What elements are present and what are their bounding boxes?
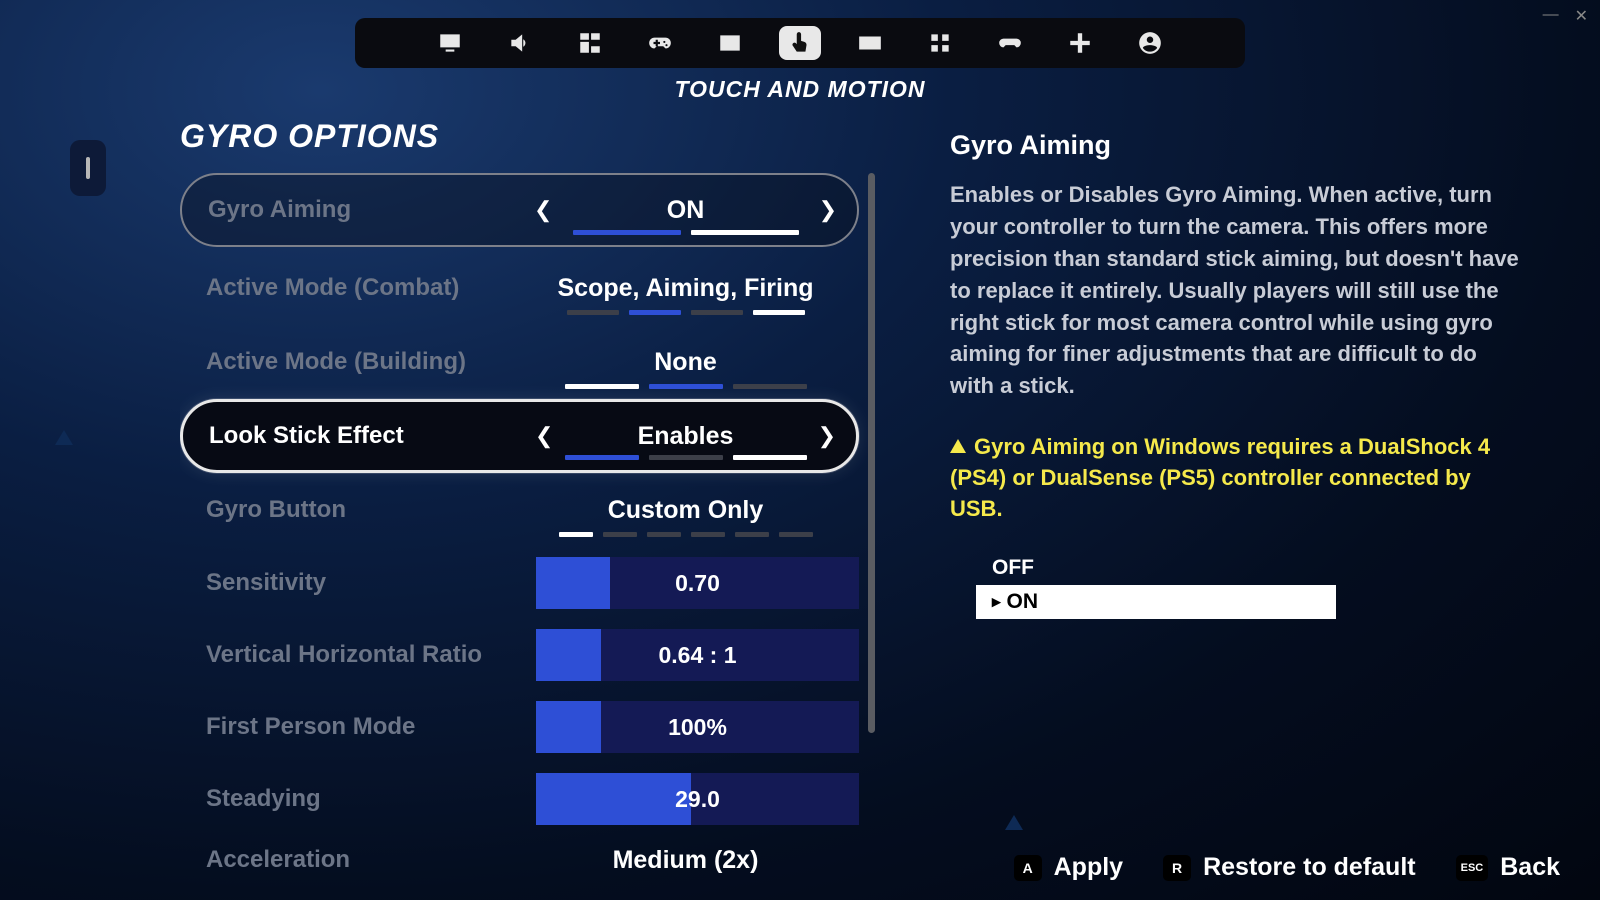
profile-icon [1137,30,1163,56]
slider[interactable]: 100% [536,701,859,753]
apply-button[interactable]: A Apply [1014,853,1123,882]
slider[interactable]: 0.64 : 1 [536,629,859,681]
tab-hud[interactable] [569,26,611,60]
keyboard-icon [857,30,883,56]
back-button[interactable]: ESC Back [1456,853,1560,882]
help-body: Enables or Disables Gyro Aiming. When ac… [950,179,1520,402]
row-gyro-aiming[interactable]: Gyro Aiming ❮ ON ❯ [180,173,859,247]
slider[interactable]: 0.70 [536,557,859,609]
tab-keyboard[interactable] [849,26,891,60]
scrollbar[interactable] [868,173,875,733]
restore-default-button[interactable]: R Restore to default [1163,853,1416,882]
row-value: ON [538,196,833,225]
row-label: Look Stick Effect [209,422,539,450]
cross-icon [1067,30,1093,56]
key-hint: A [1014,855,1042,881]
button-label: Back [1500,853,1560,882]
option-segments [559,532,813,537]
slider-value: 0.64 : 1 [536,629,859,681]
decor-triangle [1005,815,1023,830]
row-gyro-button[interactable]: Gyro Button Custom Only [180,473,859,547]
chevron-left-icon[interactable]: ❮ [535,423,553,449]
button-label: Apply [1054,853,1123,882]
help-option-off[interactable]: OFF [976,551,1336,585]
help-options: OFF ON [976,551,1336,619]
tab-profile[interactable] [1129,26,1171,60]
row-acceleration[interactable]: Acceleration Medium (2x) [180,835,859,873]
row-value: Custom Only [536,496,835,525]
slider-value: 29.0 [536,773,859,825]
help-title: Gyro Aiming [950,130,1520,161]
row-label: Vertical Horizontal Ratio [206,641,536,669]
section-title: GYRO OPTIONS [180,118,875,155]
decor-triangle [55,430,73,445]
tab-display[interactable] [429,26,471,60]
option-segments [565,455,807,460]
row-label: First Person Mode [206,713,536,741]
tab-cross[interactable] [1059,26,1101,60]
hud-icon [577,30,603,56]
key-hint: R [1163,855,1191,881]
controller-icon [647,30,673,56]
button-label: Restore to default [1203,853,1416,882]
row-label: Sensitivity [206,569,536,597]
tab-controller[interactable] [639,26,681,60]
option-segments [565,384,807,389]
row-label: Steadying [206,785,536,813]
tab-touch-and-motion[interactable] [779,26,821,60]
help-warning: Gyro Aiming on Windows requires a DualSh… [950,432,1520,524]
tab-card[interactable] [709,26,751,60]
chevron-right-icon[interactable]: ❯ [819,197,837,223]
audio-icon [507,30,533,56]
blocks-icon [927,30,953,56]
tab-audio[interactable] [499,26,541,60]
row-active-mode-building[interactable]: Active Mode (Building) None [180,325,859,399]
card-icon [717,30,743,56]
row-first-person-mode[interactable]: First Person Mode 100% [180,691,859,763]
tab-gamepad[interactable] [989,26,1031,60]
warning-icon [950,439,966,453]
row-sensitivity[interactable]: Sensitivity 0.70 [180,547,859,619]
slider-value: 0.70 [536,557,859,609]
row-active-mode-combat[interactable]: Active Mode (Combat) Scope, Aiming, Firi… [180,251,859,325]
slider-value: 100% [536,701,859,753]
row-label: Active Mode (Building) [206,348,536,376]
display-icon [437,30,463,56]
options-list: Gyro Aiming ❮ ON ❯ Active Mode (Combat) … [180,173,875,873]
row-label: Gyro Button [206,496,536,524]
row-vh-ratio[interactable]: Vertical Horizontal Ratio 0.64 : 1 [180,619,859,691]
row-label: Active Mode (Combat) [206,274,536,302]
key-hint: ESC [1456,855,1489,881]
footer-actions: A Apply R Restore to default ESC Back [1014,853,1560,882]
option-segments [573,230,799,235]
row-value: Medium (2x) [536,846,835,874]
chevron-left-icon[interactable]: ❮ [534,197,552,223]
row-label: Acceleration [206,846,536,873]
row-value: Scope, Aiming, Firing [536,274,835,303]
active-tab-title: TOUCH AND MOTION [674,76,925,103]
chevron-right-icon[interactable]: ❯ [818,423,836,449]
row-value: Enables [539,422,832,451]
side-category-pill[interactable] [70,140,106,196]
row-value: None [536,348,835,377]
gamepad-icon [997,30,1023,56]
row-look-stick-effect[interactable]: Look Stick Effect ❮ Enables ❯ [180,399,859,473]
help-panel: Gyro Aiming Enables or Disables Gyro Aim… [950,130,1520,619]
window-close-icon[interactable]: ✕ [1575,6,1588,26]
row-label: Gyro Aiming [208,196,538,224]
help-option-on[interactable]: ON [976,585,1336,619]
settings-tabbar [355,18,1245,68]
window-minimize-icon[interactable]: — [1543,6,1559,26]
touch-icon [787,30,813,56]
row-steadying[interactable]: Steadying 29.0 [180,763,859,835]
tab-blocks[interactable] [919,26,961,60]
slider[interactable]: 29.0 [536,773,859,825]
option-segments [567,310,805,315]
